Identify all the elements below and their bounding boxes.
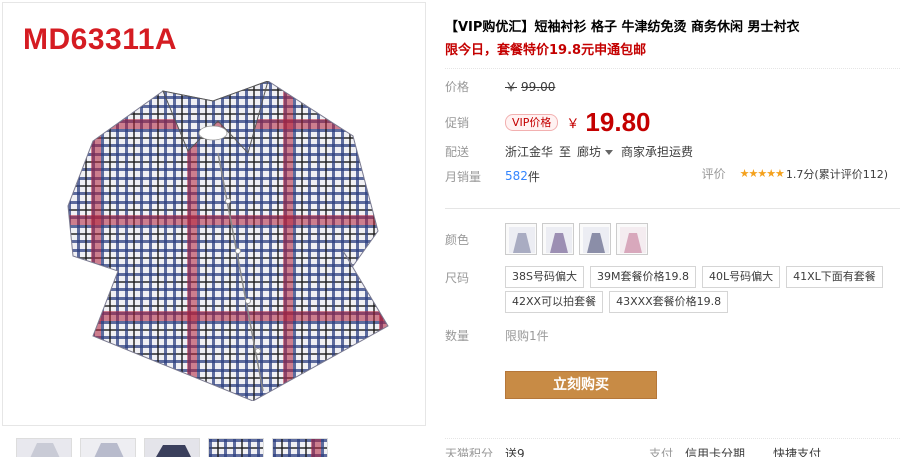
points-value: 送9 xyxy=(505,447,525,457)
ship-to-word: 至 xyxy=(559,144,572,159)
thumbnail[interactable] xyxy=(272,438,328,457)
quantity-label: 数量 xyxy=(445,328,470,343)
price-box: 价格 ￥ 99.00 促销 VIP价格 ￥ 19.80 配送 浙江金华 至 廊坊 … xyxy=(445,68,900,191)
original-price: ￥ 99.00 xyxy=(505,79,556,94)
thumbnail-strip xyxy=(2,438,426,457)
size-option[interactable]: 39M套餐价格19.8 xyxy=(589,266,696,288)
vip-price-tag: VIP价格 xyxy=(505,113,559,131)
promo-price: 19.80 xyxy=(585,106,651,137)
title-text: 短袖衬衫 格子 牛津纺免烫 商务休闲 男士衬衣 xyxy=(534,20,800,35)
thumbnail[interactable] xyxy=(144,438,200,457)
rating-label: 评价 xyxy=(701,167,726,181)
color-swatch[interactable] xyxy=(616,223,648,255)
product-info: 【VIP购优汇】短袖衬衫 格子 牛津纺免烫 商务休闲 男士衬衣 限今日，套餐特价… xyxy=(445,0,900,457)
thumbnail[interactable] xyxy=(16,438,72,457)
ship-to-select[interactable]: 廊坊 xyxy=(577,143,621,160)
ship-from: 浙江金华 xyxy=(505,144,554,159)
price-row: 价格 ￥ 99.00 xyxy=(445,75,555,97)
pay-label: 支付 xyxy=(649,447,674,457)
rating[interactable]: 评价 ★★★★★ 1.7分(累计评价112) xyxy=(702,165,888,182)
size-option[interactable]: 41XL下面有套餐 xyxy=(786,266,883,288)
points-label: 天猫积分 xyxy=(445,447,494,457)
shipping-row: 配送 浙江金华 至 廊坊 商家承担运费 xyxy=(445,140,693,162)
size-option[interactable]: 40L号码偏大 xyxy=(701,266,781,288)
sales-count: 582 xyxy=(505,169,528,183)
pay-quick: 快捷支付 xyxy=(773,447,822,457)
title-tag: 【VIP购优汇】 xyxy=(445,20,535,35)
color-row: 颜色 xyxy=(445,222,653,256)
star-rating-icon: ★★★★★ xyxy=(739,167,785,180)
shipping-label: 配送 xyxy=(445,144,470,159)
thumbnail[interactable] xyxy=(80,438,136,457)
quantity-row: 数量 限购1件 xyxy=(445,324,549,346)
quantity-limit: 限购1件 xyxy=(505,328,549,343)
price-label: 价格 xyxy=(445,79,470,94)
sales-row: 月销量 582 件 评价 ★★★★★ 1.7分(累计评价112) xyxy=(445,165,900,187)
shipping-fee: 商家承担运费 xyxy=(621,144,694,159)
pay-credit: 信用卡分期 xyxy=(685,447,746,457)
color-swatch[interactable] xyxy=(505,223,537,255)
rating-score: 1.7分(累计评价112) xyxy=(785,167,888,181)
color-label: 颜色 xyxy=(445,232,470,247)
size-option[interactable]: 43XXX套餐价格19.8 xyxy=(609,291,729,313)
promo-text: 限今日，套餐特价19.8元申通包邮 xyxy=(445,43,647,58)
divider xyxy=(445,208,900,209)
shirt-image xyxy=(67,81,389,401)
product-gallery: MD63311A xyxy=(0,0,428,457)
currency-symbol: ￥ xyxy=(566,116,580,132)
model-code: MD63311A xyxy=(23,23,178,56)
promo-label: 促销 xyxy=(445,115,470,130)
sales-unit: 件 xyxy=(527,169,540,184)
size-row-2: 42XX可以拍套餐 43XXX套餐价格19.8 xyxy=(445,291,734,313)
chevron-down-icon xyxy=(605,149,614,155)
size-row-1: 尺码 38S号码偏大 39M套餐价格19.8 40L号码偏大 41XL下面有套餐 xyxy=(445,266,889,288)
sales-label: 月销量 xyxy=(445,169,482,184)
thumbnail[interactable] xyxy=(208,438,264,457)
main-product-image[interactable]: MD63311A xyxy=(2,2,426,426)
buy-now-button[interactable]: 立刻购买 xyxy=(505,371,657,399)
product-title: 【VIP购优汇】短袖衬衫 格子 牛津纺免烫 商务休闲 男士衬衣 xyxy=(445,16,800,35)
service-row: 天猫积分 送9 支付 信用卡分期 快捷支付 xyxy=(445,438,900,457)
color-swatch[interactable] xyxy=(542,223,574,255)
promo-price-row: 促销 VIP价格 ￥ 19.80 xyxy=(445,107,651,137)
size-option[interactable]: 42XX可以拍套餐 xyxy=(505,291,604,313)
size-label: 尺码 xyxy=(445,270,470,285)
size-option[interactable]: 38S号码偏大 xyxy=(505,266,584,288)
color-swatch[interactable] xyxy=(579,223,611,255)
